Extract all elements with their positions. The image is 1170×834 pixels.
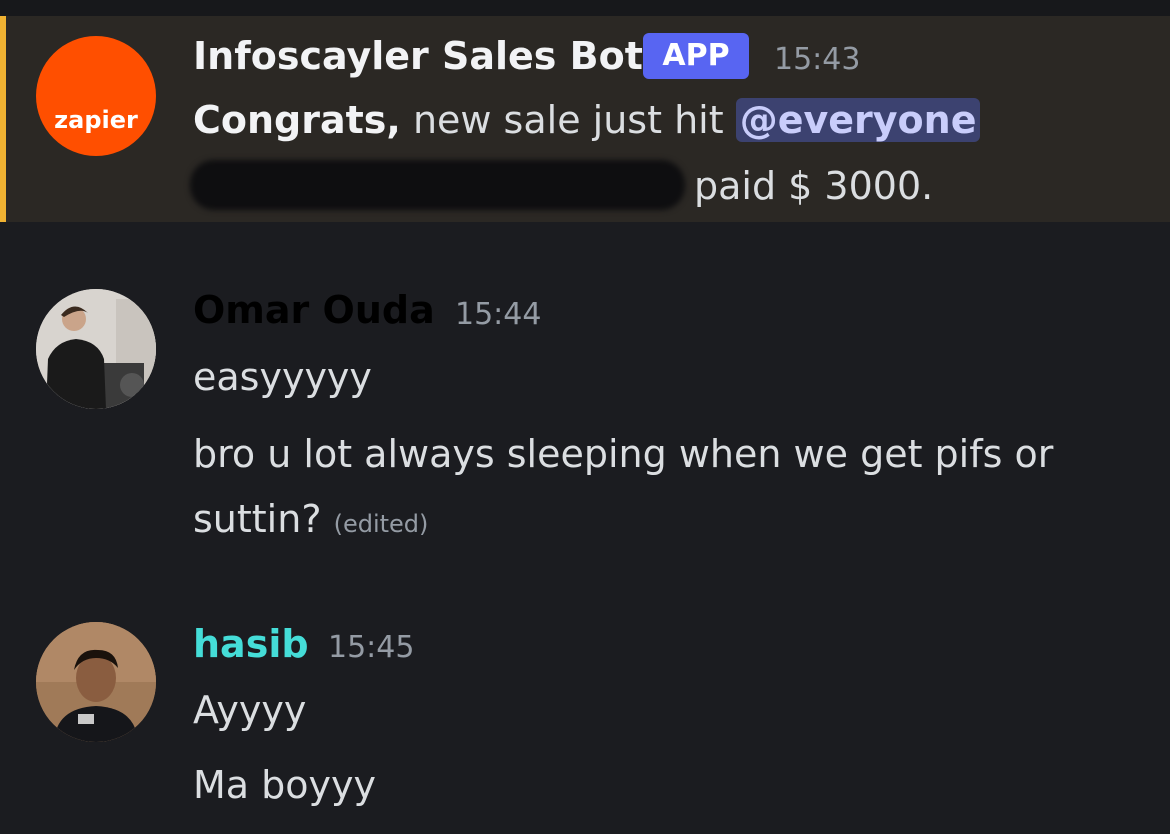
bot-message-line-1: Congrats, new sale just hit @everyone (193, 98, 981, 142)
user-photo-icon (36, 289, 156, 409)
omar-message-line-2: bro u lot always sleeping when we get pi… (193, 432, 1054, 476)
message-text: new sale just hit (400, 98, 736, 142)
edited-label: (edited) (333, 510, 429, 538)
message-timestamp: 15:44 (455, 297, 542, 332)
omar-message-line-3: suttin? (edited) (193, 497, 428, 541)
top-strip (0, 0, 1170, 16)
redacted-name (190, 160, 685, 210)
message-timestamp: 15:43 (774, 42, 861, 77)
bot-username[interactable]: Infoscayler Sales Bot (193, 34, 643, 78)
hasib-message-line-2: Ma boyyy (193, 763, 376, 807)
user-avatar-hasib[interactable] (36, 622, 156, 742)
mention-highlight-bar (0, 16, 6, 222)
omar-message-line-1: easyyyyy (193, 355, 372, 399)
user-photo-icon (36, 622, 156, 742)
hasib-username[interactable]: hasib (193, 622, 309, 666)
everyone-mention[interactable]: @everyone (735, 98, 981, 142)
bot-message-line-2: paid $ 3000. (694, 164, 934, 208)
message-text: suttin? (193, 497, 322, 541)
message-timestamp: 15:45 (328, 630, 415, 665)
omar-username[interactable]: Omar Ouda (193, 288, 435, 332)
app-badge: APP (643, 33, 749, 79)
bold-text: Congrats, (193, 98, 401, 142)
hasib-message-line-1: Ayyyy (193, 688, 307, 732)
zapier-logo-text: zapier (54, 106, 138, 134)
user-avatar-omar[interactable] (36, 289, 156, 409)
zapier-avatar[interactable]: zapier (36, 36, 156, 156)
